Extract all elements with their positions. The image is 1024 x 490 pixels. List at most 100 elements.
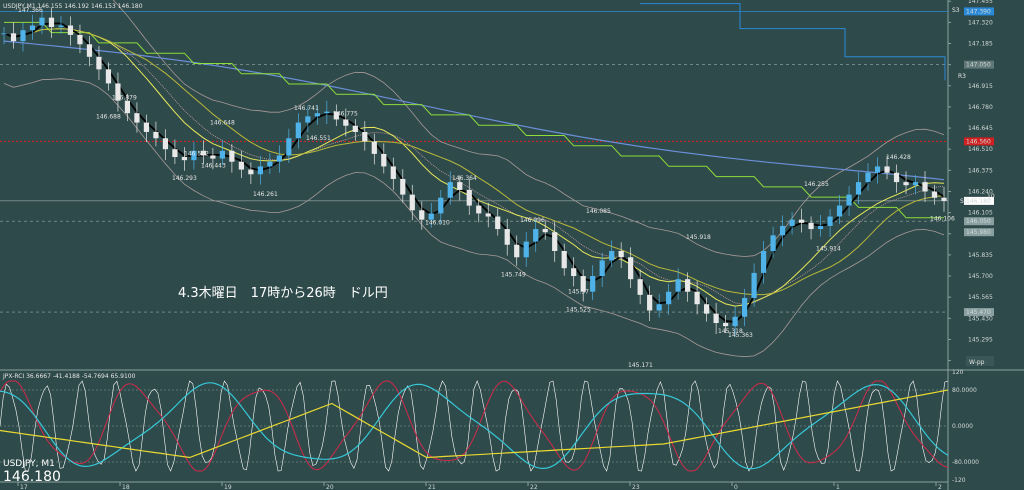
y-tick-label: 146.645 (968, 125, 993, 132)
y-tick-label: 146.780 (968, 104, 993, 111)
level-tag-r3: R3 (958, 73, 966, 80)
y-tick-label: 145.565 (968, 294, 993, 301)
y-tick-label: 146.915 (968, 83, 993, 90)
rci-tick-label: 120 (952, 369, 964, 376)
candle-body (267, 161, 273, 167)
candle-body (922, 182, 928, 192)
candle-body (590, 276, 596, 292)
candle-body (846, 194, 852, 206)
candle-body (343, 119, 349, 126)
rci-tick-label: 0.0000 (952, 423, 973, 430)
price-tag-label: 146.050 (966, 218, 991, 225)
candle-body (751, 272, 757, 298)
candle-body (931, 191, 938, 198)
candle-body (238, 161, 244, 170)
main-pane-bg (0, 0, 1024, 490)
candle-body (58, 25, 64, 28)
candle-body (523, 241, 529, 258)
candle-body (39, 17, 45, 26)
candle-body (371, 141, 377, 154)
candle-body (874, 166, 881, 173)
candle-body (789, 219, 795, 226)
price-label: 146.364 (452, 175, 477, 182)
x-tick-label: 0 (734, 484, 738, 490)
candle-body (48, 17, 55, 28)
price-tag-label: 147.050 (966, 62, 991, 69)
candle-body (305, 116, 311, 123)
candle-body (609, 250, 615, 261)
candle-body (362, 131, 368, 142)
x-tick-label: 20 (326, 484, 334, 490)
price-label: 145.749 (501, 271, 526, 278)
level-tag-10: 10 (987, 193, 995, 200)
candle-body (134, 113, 140, 123)
rci-tick-label: 80.0000 (952, 387, 977, 394)
candle-body (77, 34, 83, 45)
x-tick-label: 19 (224, 484, 232, 490)
candle-body (257, 166, 263, 175)
candle-body (770, 235, 776, 251)
y-tick-label: 147.320 (968, 19, 993, 26)
price-label: 146.096 (520, 217, 545, 224)
candle-body (666, 291, 672, 305)
candle-body (162, 138, 169, 150)
candle-body (181, 157, 188, 161)
candle-body (381, 153, 387, 167)
candle-body (1, 33, 7, 35)
price-tag-label: 147.390 (966, 8, 991, 15)
level-tag-s3: S3 (952, 7, 960, 14)
candle-body (552, 232, 558, 251)
candle-body (675, 279, 681, 292)
y-tick-label: 146.375 (968, 167, 993, 174)
candle-body (447, 182, 453, 198)
x-tick-label: 1 (836, 484, 840, 490)
x-tick-label: 18 (122, 484, 130, 490)
price-label: 146.741 (294, 105, 319, 112)
candle-body (571, 268, 577, 277)
price-tag-label: 146.560 (966, 138, 991, 145)
wpp-label: W-pp (969, 359, 985, 366)
candle-body (314, 113, 320, 117)
candle-body (941, 197, 947, 201)
x-tick-label: 22 (530, 484, 538, 490)
candle-body (295, 122, 301, 139)
candle-body (798, 219, 805, 223)
price-label: 145.57 (568, 288, 589, 295)
candle-body (153, 131, 159, 139)
candle-body (29, 25, 36, 31)
candle-body (219, 150, 225, 159)
candle-body (865, 172, 871, 183)
candle-body (105, 69, 112, 84)
candle-body (286, 138, 292, 156)
price-label: 146.085 (586, 208, 611, 215)
chart-canvas: 147.366146.879146.688146.522146.648146.4… (0, 0, 1024, 490)
y-tick-label: 147.185 (968, 40, 993, 47)
candle-body (542, 229, 548, 233)
candle-body (893, 172, 900, 183)
y-tick-label: 147.455 (968, 0, 993, 5)
price-label: 146.688 (96, 113, 121, 120)
candle-body (723, 323, 729, 327)
candle-body (20, 30, 26, 42)
candle-body (419, 210, 425, 220)
candle-body (817, 225, 824, 230)
x-tick-label: 23 (632, 484, 640, 490)
rci-tick-label: -120 (952, 477, 966, 484)
price-label: 145.171 (628, 362, 653, 369)
candle-body (647, 294, 653, 311)
candle-body (276, 155, 282, 162)
candle-body (324, 111, 330, 114)
candle-body (533, 229, 539, 242)
candle-body (704, 304, 710, 314)
rci-tick-label: -80.0000 (952, 459, 979, 466)
candle-body (760, 250, 767, 273)
candle-body (457, 182, 463, 190)
candle-body (143, 122, 150, 132)
price-label: 145.318 (718, 328, 743, 335)
symbol-label: USDJPY, M1 (3, 459, 55, 469)
candle-body (400, 178, 406, 195)
candle-body (637, 279, 643, 295)
candle-body (713, 313, 719, 324)
candle-body (685, 279, 691, 292)
indicator-label: JPX-RCI 36.6667 -41.4188 -54.7694 65.910… (2, 373, 136, 380)
